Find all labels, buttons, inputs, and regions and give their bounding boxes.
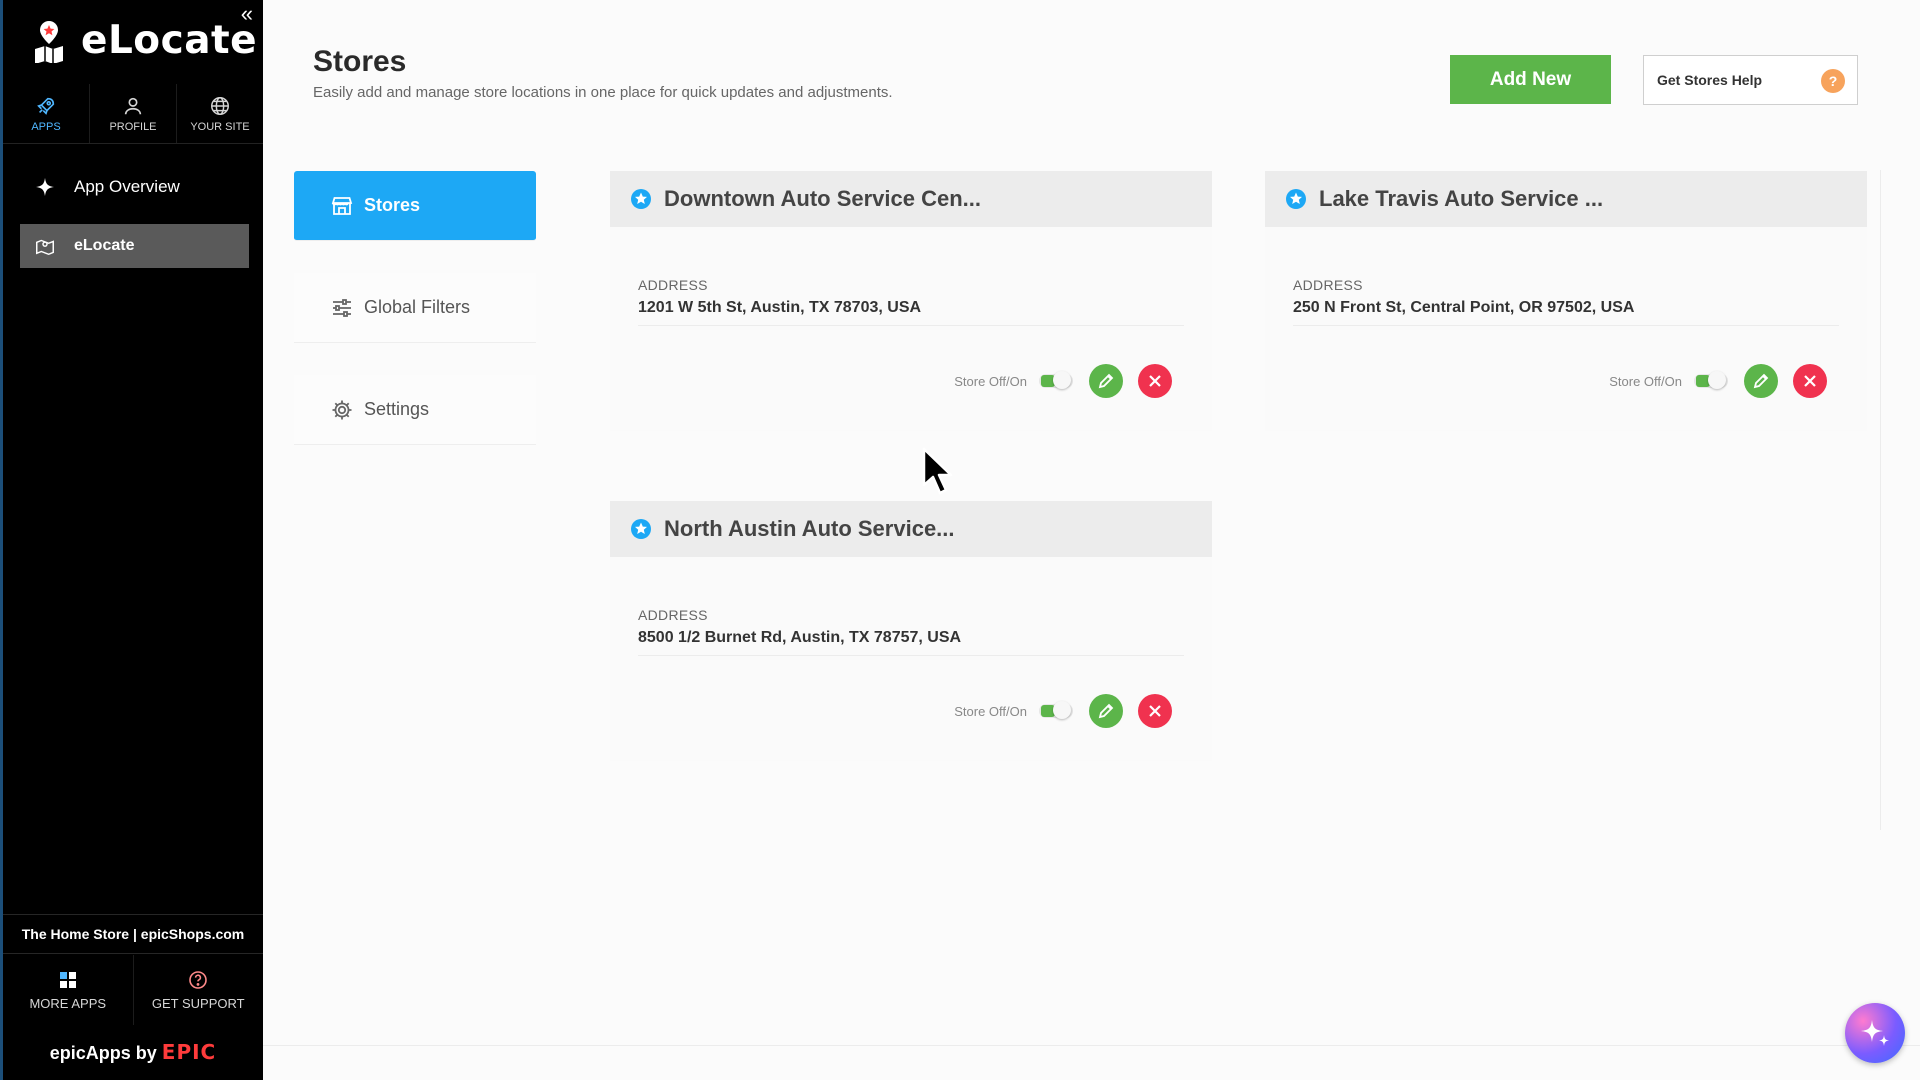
store-card: North Austin Auto Service... ADDRESS 850… [610, 501, 1212, 761]
footer-brand[interactable]: epicApps by EPIC [3, 1040, 263, 1064]
edit-store-button[interactable] [1089, 364, 1123, 398]
store-toggle-label: Store Off/On [954, 703, 1027, 719]
help-circle-icon [189, 970, 208, 989]
pencil-icon [1098, 703, 1114, 719]
sidebar-item-elocate[interactable]: eLocate [20, 224, 249, 268]
sparkle-icon [35, 177, 55, 197]
star-badge-icon [631, 189, 651, 209]
tab-profile[interactable]: PROFILE [90, 84, 177, 143]
tab-settings[interactable]: Settings [294, 375, 536, 445]
address-value: 8500 1/2 Burnet Rd, Austin, TX 78757, US… [638, 629, 1184, 656]
user-icon [124, 97, 142, 114]
gear-icon [332, 400, 352, 419]
sliders-icon [333, 298, 351, 317]
tab-settings-label: Settings [364, 399, 430, 419]
store-name: Downtown Auto Service Cen... [664, 186, 981, 211]
footer-divider [263, 1045, 1920, 1046]
star-badge-icon [631, 519, 651, 539]
question-icon: ? [1821, 69, 1845, 93]
address-label: ADDRESS [1293, 277, 1363, 293]
globe-icon [211, 96, 229, 115]
close-icon [1149, 705, 1161, 717]
page-title: Stores [313, 45, 407, 78]
store-card-header[interactable]: Downtown Auto Service Cen... [610, 171, 1212, 227]
tab-stores[interactable]: Stores [294, 171, 536, 241]
more-apps-button[interactable]: MORE APPS [3, 955, 134, 1025]
tab-global-filters-label: Global Filters [364, 297, 471, 317]
delete-store-button[interactable] [1793, 364, 1827, 398]
store-card: Lake Travis Auto Service ... ADDRESS 250… [1265, 171, 1867, 431]
sub-nav: Stores Global Filters Settings [294, 171, 536, 445]
bottom-tabs: MORE APPS GET SUPPORT [3, 955, 263, 1025]
store-toggle-label: Store Off/On [954, 373, 1027, 389]
delete-store-button[interactable] [1138, 694, 1172, 728]
address-value: 250 N Front St, Central Point, OR 97502,… [1293, 299, 1839, 326]
pencil-icon [1098, 373, 1114, 389]
store-toggle[interactable] [1039, 371, 1073, 389]
sidebar: « eLocate APPS PROFILE YOUR SITE App Ove… [0, 0, 263, 1080]
sidebar-item-app-overview[interactable]: App Overview [20, 165, 249, 209]
sidebar-item-label: eLocate [74, 237, 135, 254]
get-support-label: GET SUPPORT [151, 995, 245, 1011]
rocket-icon [37, 97, 55, 115]
brand[interactable]: eLocate [29, 18, 257, 63]
get-support-button[interactable]: GET SUPPORT [134, 955, 264, 1025]
store-toggle-label: Store Off/On [1609, 373, 1682, 389]
sparkles-icon [1861, 1020, 1889, 1046]
map-icon [36, 239, 54, 256]
tab-your-site-label: YOUR SITE [190, 120, 250, 133]
edit-store-button[interactable] [1089, 694, 1123, 728]
store-toggle[interactable] [1694, 371, 1728, 389]
brand-name: eLocate [81, 18, 258, 63]
epic-logo: EPIC [161, 1040, 217, 1064]
top-tabs: APPS PROFILE YOUR SITE [3, 84, 263, 144]
page-subtitle: Easily add and manage store locations in… [313, 84, 893, 101]
ai-assistant-button[interactable] [1845, 1003, 1905, 1063]
get-stores-help-button[interactable]: Get Stores Help ? [1643, 55, 1858, 105]
grid-icon [59, 971, 76, 988]
store-card: Downtown Auto Service Cen... ADDRESS 120… [610, 171, 1212, 431]
tab-apps-label: APPS [31, 120, 61, 133]
store-name: Lake Travis Auto Service ... [1319, 186, 1604, 211]
content-divider [1880, 170, 1881, 830]
tab-stores-label: Stores [364, 195, 421, 215]
address-label: ADDRESS [638, 277, 708, 293]
tab-your-site[interactable]: YOUR SITE [177, 84, 263, 143]
store-toggle[interactable] [1039, 701, 1073, 719]
tab-global-filters[interactable]: Global Filters [294, 273, 536, 343]
store-name: North Austin Auto Service... [664, 516, 955, 541]
pencil-icon [1753, 373, 1769, 389]
more-apps-label: MORE APPS [29, 995, 107, 1011]
close-icon [1804, 375, 1816, 387]
footer-prefix: epicApps by [49, 1043, 157, 1063]
close-icon [1149, 375, 1161, 387]
help-button-label: Get Stores Help [1657, 72, 1763, 88]
store-card-header[interactable]: Lake Travis Auto Service ... [1265, 171, 1867, 227]
add-new-button[interactable]: Add New [1450, 55, 1611, 104]
tab-profile-label: PROFILE [109, 120, 157, 133]
mouse-cursor-icon [922, 447, 953, 495]
address-value: 1201 W 5th St, Austin, TX 78703, USA [638, 299, 1184, 326]
store-card-header[interactable]: North Austin Auto Service... [610, 501, 1212, 557]
store-icon [331, 196, 353, 215]
address-label: ADDRESS [638, 607, 708, 623]
sidebar-item-label: App Overview [74, 177, 180, 196]
elocate-logo-icon [35, 20, 63, 63]
edit-store-button[interactable] [1744, 364, 1778, 398]
star-badge-icon [1286, 189, 1306, 209]
delete-store-button[interactable] [1138, 364, 1172, 398]
store-link[interactable]: The Home Store | epicShops.com [3, 914, 263, 954]
tab-apps[interactable]: APPS [3, 84, 90, 143]
